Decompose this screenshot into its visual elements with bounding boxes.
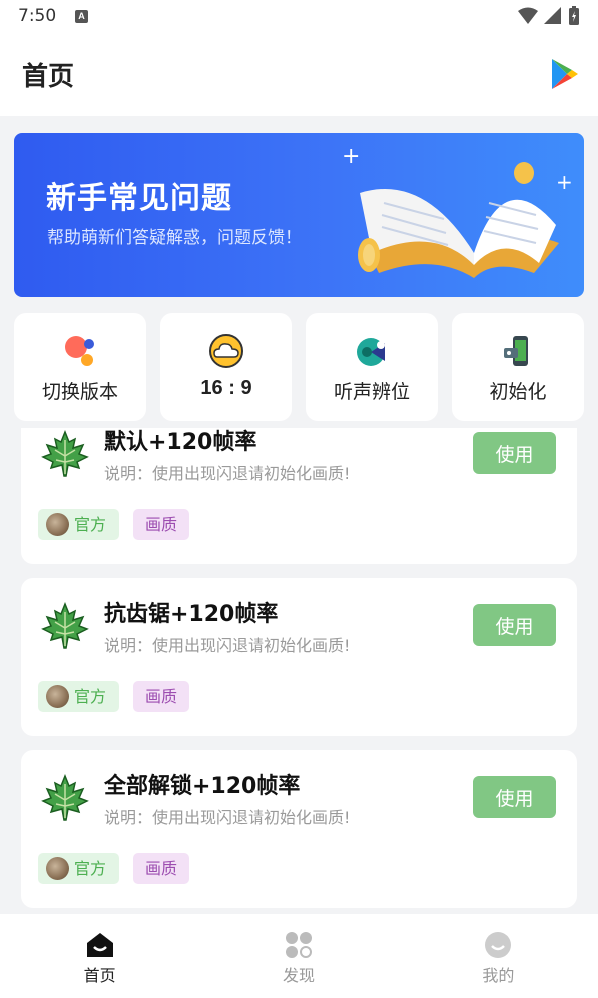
nav-label: 首页	[83, 966, 116, 985]
cloud-icon	[209, 334, 243, 368]
signal-icon	[544, 7, 561, 24]
battery-icon	[569, 6, 579, 25]
banner-subtitle: 帮助萌新们答疑解惑，问题反馈！	[47, 228, 302, 248]
quick-sound-locate[interactable]: 听声辨位	[306, 313, 438, 421]
config-card: 全部解锁+120帧率 说明：使用出现闪退请初始化画质! 使用 官方 画质	[21, 750, 577, 908]
config-title: 默认+120帧率	[104, 430, 257, 455]
bottom-nav: 首页 发现 我的	[0, 914, 598, 998]
page-title: 首页	[22, 62, 75, 92]
quick-actions: 切换版本 16 : 9 听声辨位 初始化	[14, 313, 584, 421]
sound-locate-icon	[357, 338, 385, 366]
avatar	[46, 857, 69, 880]
tag-label: 官方	[74, 859, 107, 878]
nav-home[interactable]: 首页	[0, 914, 199, 998]
config-title: 全部解锁+120帧率	[104, 774, 301, 799]
maple-leaf-icon	[41, 774, 89, 821]
quick-aspect-ratio[interactable]: 16 : 9	[160, 313, 292, 421]
config-card: 抗齿锯+120帧率 说明：使用出现闪退请初始化画质! 使用 官方 画质	[21, 578, 577, 736]
config-card: 默认+120帧率 说明：使用出现闪退请初始化画质! 使用 官方 画质	[21, 428, 577, 564]
use-button[interactable]: 使用	[473, 432, 556, 474]
use-button[interactable]: 使用	[473, 604, 556, 646]
use-button[interactable]: 使用	[473, 776, 556, 818]
status-time: 7:50	[18, 6, 57, 26]
home-icon	[86, 933, 113, 957]
quick-label: 听声辨位	[333, 381, 410, 403]
quick-switch-version[interactable]: 切换版本	[14, 313, 146, 421]
initialize-icon	[504, 336, 528, 366]
svg-text:+: +	[342, 144, 360, 169]
app-bar: 首页	[0, 34, 598, 116]
config-description: 说明：使用出现闪退请初始化画质!	[104, 636, 351, 655]
config-list[interactable]: 默认+120帧率 说明：使用出现闪退请初始化画质! 使用 官方 画质 抗齿锯+1…	[21, 428, 577, 914]
tag-label: 官方	[74, 515, 107, 534]
quality-tag: 画质	[133, 681, 189, 712]
status-bar: 7:50 A	[0, 0, 598, 34]
official-tag: 官方	[38, 853, 119, 884]
nav-profile[interactable]: 我的	[399, 914, 598, 998]
quick-label: 初始化	[489, 381, 547, 403]
svg-text:+: +	[556, 170, 573, 194]
quick-initialize[interactable]: 初始化	[452, 313, 584, 421]
maple-leaf-icon	[41, 430, 89, 477]
official-tag: 官方	[38, 509, 119, 540]
quick-label: 切换版本	[41, 381, 118, 403]
official-tag: 官方	[38, 681, 119, 712]
wifi-icon	[518, 7, 538, 24]
quick-label: 16 : 9	[200, 377, 252, 399]
banner-title: 新手常见问题	[46, 181, 232, 216]
quality-tag: 画质	[133, 509, 189, 540]
system-icons	[518, 6, 580, 26]
profile-icon	[485, 932, 512, 958]
faq-banner[interactable]: 新手常见问题 帮助萌新们答疑解惑，问题反馈！ + +	[14, 133, 584, 297]
book-illustration-icon: + +	[342, 144, 573, 278]
nav-label: 发现	[282, 966, 315, 985]
config-description: 说明：使用出现闪退请初始化画质!	[104, 808, 351, 827]
notification-a-icon: A	[75, 10, 88, 23]
switch-version-icon	[65, 336, 94, 366]
quality-tag: 画质	[133, 853, 189, 884]
play-store-icon[interactable]	[550, 58, 580, 90]
maple-leaf-icon	[41, 602, 89, 649]
tag-label: 官方	[74, 687, 107, 706]
config-title: 抗齿锯+120帧率	[104, 602, 279, 627]
nav-discover[interactable]: 发现	[199, 914, 398, 998]
avatar	[46, 513, 69, 536]
config-description: 说明：使用出现闪退请初始化画质!	[104, 464, 351, 483]
nav-label: 我的	[482, 966, 515, 985]
avatar	[46, 685, 69, 708]
discover-icon	[285, 932, 312, 958]
